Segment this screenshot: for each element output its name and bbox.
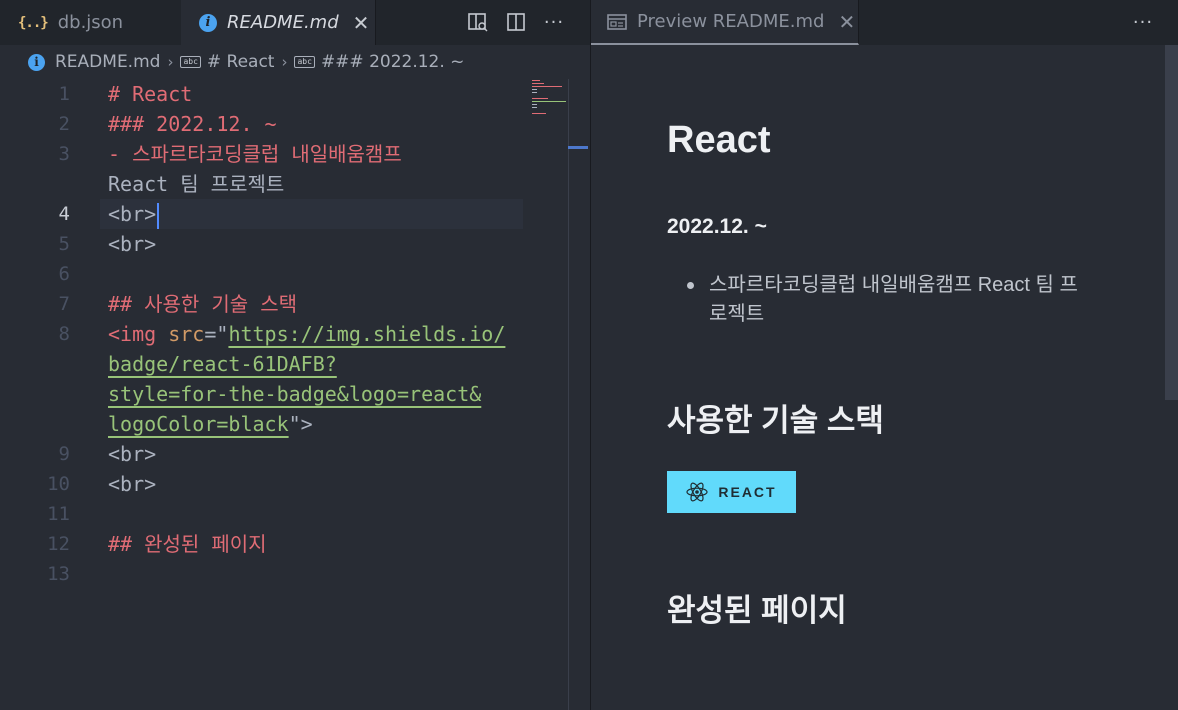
preview-heading-stack: 사용한 기술 스택 bbox=[667, 403, 884, 438]
line-number: 5 bbox=[58, 233, 70, 255]
code-attr: src bbox=[168, 322, 205, 346]
split-editor-icon bbox=[507, 13, 525, 31]
tab-readme[interactable]: i README.md ✕ bbox=[181, 0, 376, 45]
list-bullet bbox=[687, 282, 694, 289]
react-badge: REACT bbox=[667, 471, 796, 513]
code-line: ### 2022.12. ~ bbox=[108, 112, 277, 136]
code-tag: <img bbox=[108, 322, 157, 346]
preview-list-item: 스파르타코딩클럽 내일배움캠프 React 팀 프로젝트 bbox=[709, 274, 1078, 325]
split-editor-button[interactable] bbox=[502, 8, 530, 36]
tab-label: README.md bbox=[227, 12, 339, 33]
line-number: 3 bbox=[58, 143, 70, 165]
line-number: 10 bbox=[47, 473, 70, 495]
text-cursor bbox=[157, 202, 160, 229]
editor-group-right: Preview README.md ✕ ··· React 2022.12. ~… bbox=[591, 0, 1178, 710]
info-icon: i bbox=[199, 13, 217, 32]
react-logo-icon bbox=[686, 482, 708, 502]
code-line: <br> bbox=[108, 472, 157, 496]
line-number: 8 bbox=[58, 323, 70, 345]
preview-heading-3: 2022.12. ~ bbox=[667, 215, 767, 238]
markdown-preview: React 2022.12. ~ 스파르타코딩클럽 내일배움캠프 React 팀… bbox=[591, 45, 1178, 710]
code-line: # React bbox=[108, 82, 193, 106]
symbol-string-icon: abc bbox=[294, 56, 315, 68]
code-url[interactable]: logoColor=black bbox=[108, 412, 289, 436]
code-url[interactable]: style=for-the-badge&logo=react& bbox=[108, 379, 481, 409]
code-line: <br> bbox=[108, 202, 157, 226]
info-icon: i bbox=[28, 53, 45, 71]
badge-label: REACT bbox=[718, 484, 777, 500]
line-number-current: 4 bbox=[58, 203, 70, 225]
line-number: 11 bbox=[47, 503, 70, 525]
chevron-right-icon: › bbox=[281, 53, 288, 71]
code-line: <br> bbox=[108, 232, 157, 256]
preview-heading-done: 완성된 페이지 bbox=[667, 593, 847, 628]
close-icon[interactable]: ✕ bbox=[838, 10, 855, 34]
tab-db-json[interactable]: {..} db.json bbox=[0, 0, 180, 45]
breadcrumb-item-heading3[interactable]: ### 2022.12. ~ bbox=[321, 52, 465, 72]
tab-label: db.json bbox=[57, 12, 124, 33]
code-line: ## 완성된 페이지 bbox=[108, 532, 267, 556]
chevron-right-icon: › bbox=[167, 53, 174, 71]
open-preview-button[interactable] bbox=[464, 8, 492, 36]
line-number: 7 bbox=[58, 293, 70, 315]
more-actions-icon[interactable]: ··· bbox=[1129, 8, 1157, 36]
close-icon[interactable]: ✕ bbox=[353, 11, 370, 35]
code-line: - 스파르타코딩클럽 내일배움캠프 bbox=[108, 142, 402, 166]
tab-label: Preview README.md bbox=[637, 11, 825, 32]
code-editor[interactable]: 1 # React 2 ### 2022.12. ~ 3 - 스파르타코딩클럽 내일배… bbox=[0, 79, 570, 710]
code-line-wrapped: React 팀 프로젝트 bbox=[108, 172, 285, 196]
line-number: 1 bbox=[58, 83, 70, 105]
code-punct: =" bbox=[204, 322, 229, 346]
json-icon: {..} bbox=[18, 14, 49, 31]
code-url[interactable]: https://img.shields.io/ bbox=[228, 322, 505, 346]
code-punct: "> bbox=[288, 412, 313, 436]
editor-group-left: {..} db.json i README.md ✕ ··· i README. bbox=[0, 0, 590, 710]
preview-heading-1: React bbox=[667, 119, 771, 161]
line-number: 9 bbox=[58, 443, 70, 465]
code-url[interactable]: badge/react-61DAFB? bbox=[108, 349, 337, 379]
preview-icon bbox=[607, 13, 627, 31]
left-tab-bar: {..} db.json i README.md ✕ ··· bbox=[0, 0, 590, 45]
right-tab-bar: Preview README.md ✕ ··· bbox=[591, 0, 1178, 45]
breadcrumb-item-file[interactable]: README.md bbox=[55, 52, 160, 72]
minimap[interactable] bbox=[528, 79, 570, 119]
line-number: 6 bbox=[58, 263, 70, 285]
code-line: ## 사용한 기술 스택 bbox=[108, 292, 298, 316]
line-number: 12 bbox=[47, 533, 70, 555]
tab-preview-readme[interactable]: Preview README.md ✕ bbox=[591, 0, 859, 45]
breadcrumb-item-heading1[interactable]: # React bbox=[207, 52, 275, 72]
cursor-position-marker bbox=[568, 146, 588, 149]
open-preview-icon bbox=[468, 13, 488, 32]
editor-scrollbar-track[interactable] bbox=[568, 79, 569, 710]
line-number: 2 bbox=[58, 113, 70, 135]
line-number: 13 bbox=[47, 563, 70, 585]
breadcrumb: i README.md › abc # React › abc ### 2022… bbox=[0, 45, 590, 79]
symbol-string-icon: abc bbox=[180, 56, 201, 68]
code-line: <br> bbox=[108, 442, 157, 466]
preview-scrollbar-thumb[interactable] bbox=[1165, 45, 1178, 400]
more-actions-icon[interactable]: ··· bbox=[540, 8, 568, 36]
